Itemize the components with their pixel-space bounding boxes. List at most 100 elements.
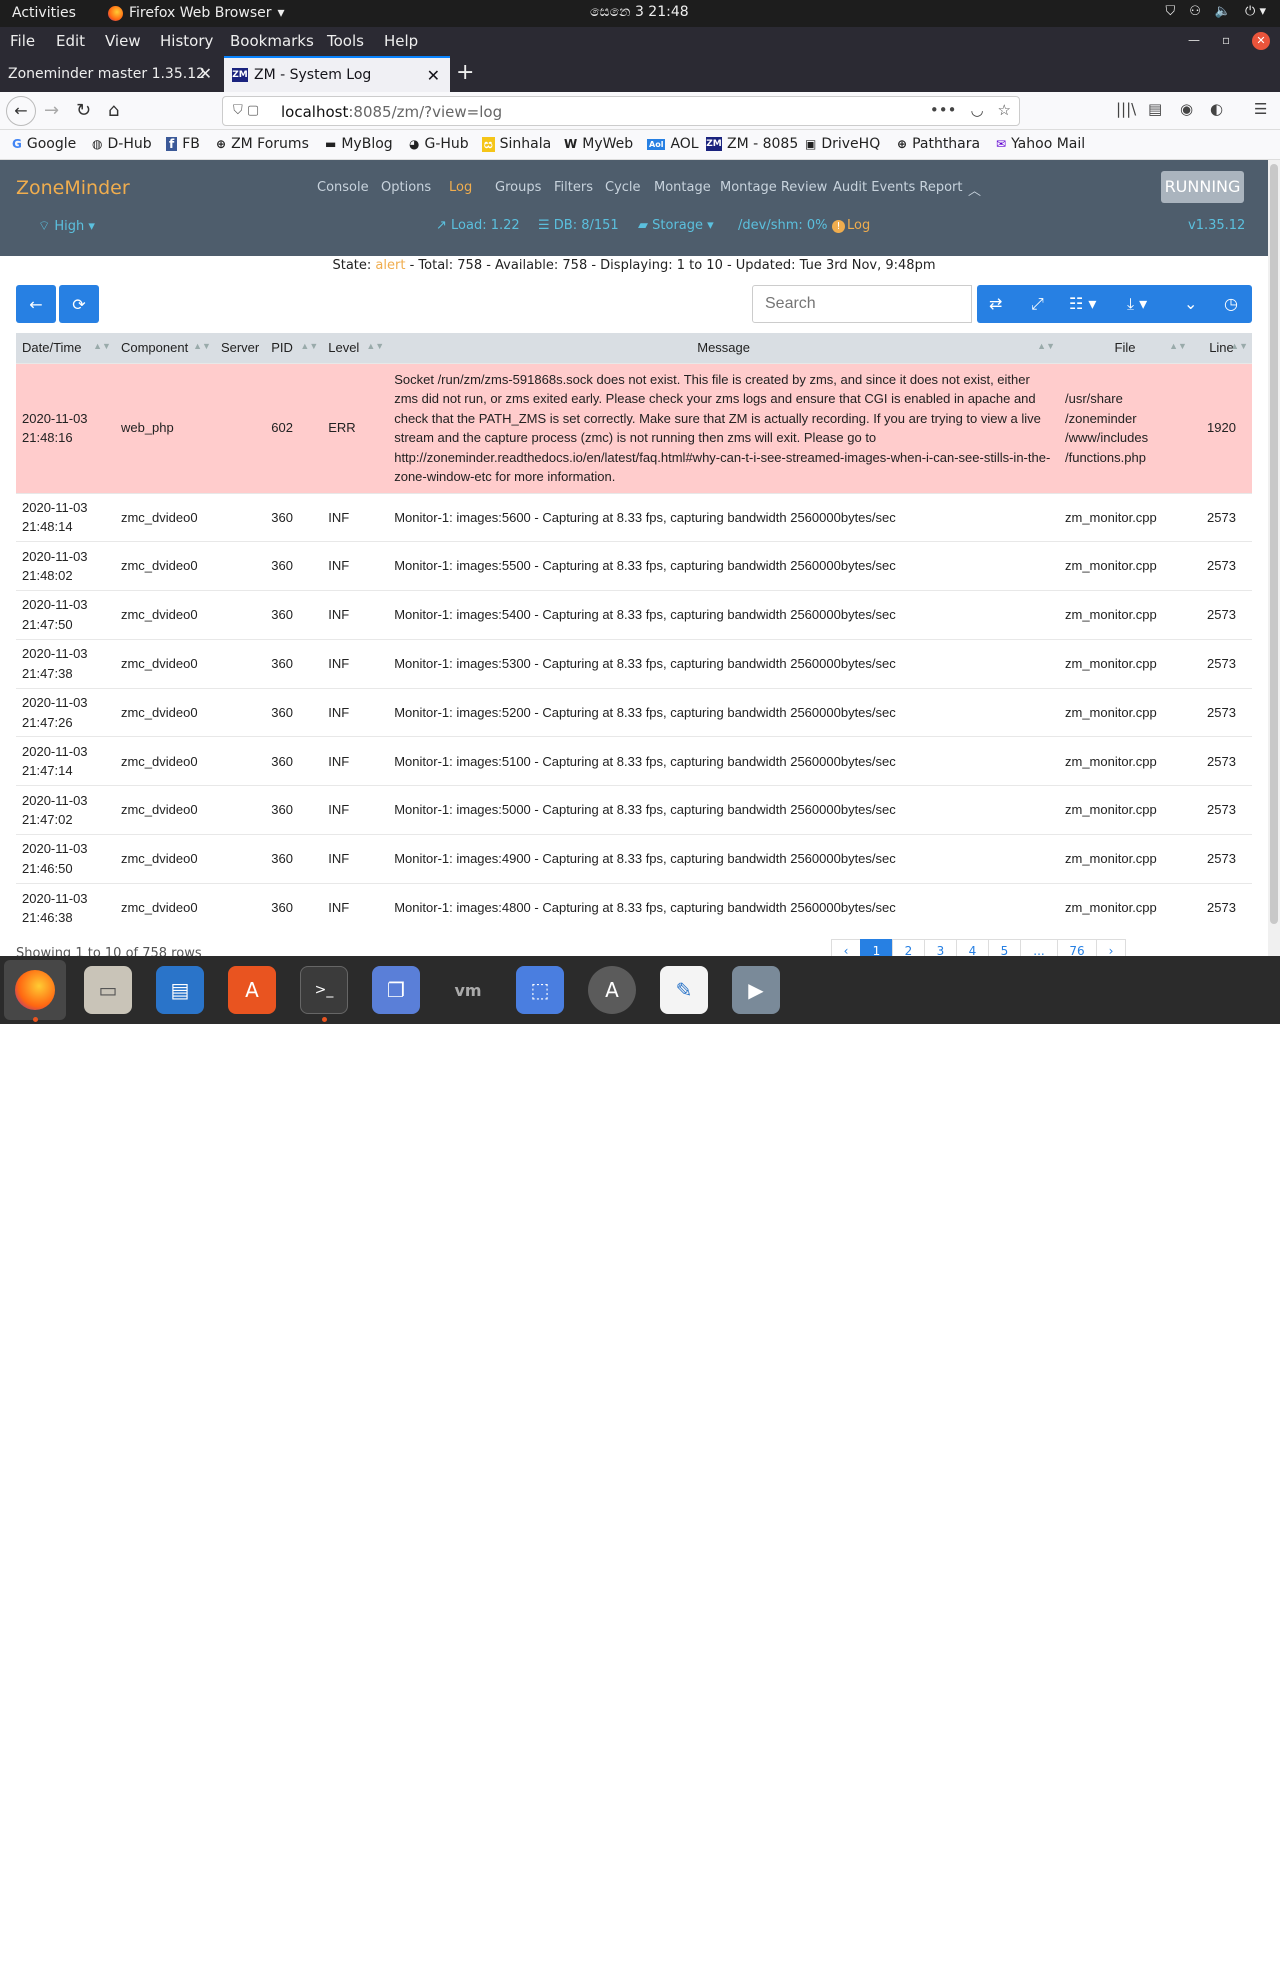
menu-tools[interactable]: Tools (327, 32, 364, 50)
power-icon[interactable]: ⏻ ▾ (1245, 4, 1266, 19)
network-icon[interactable]: ⚇ (1189, 4, 1201, 19)
nav-cycle[interactable]: Cycle (605, 180, 641, 195)
bookmark-paththara[interactable]: ⊕ Paththara (897, 136, 980, 152)
menu-edit[interactable]: Edit (56, 32, 85, 50)
table-row[interactable]: 2020-11-03 21:48:16 web_php 602 ERR Socke… (16, 362, 1252, 493)
col-server[interactable]: Server (214, 333, 266, 363)
nav-montage[interactable]: Montage (654, 180, 711, 195)
nav-console[interactable]: Console (317, 180, 369, 195)
table-row[interactable]: 2020-11-03 21:47:50 zmc_dvideo0 360 INF M… (16, 590, 1252, 640)
bookmark-dhub[interactable]: ◍ D-Hub (92, 136, 152, 152)
clock[interactable]: සෙනෙ 3 21:48 (590, 4, 689, 20)
back-icon[interactable]: ← (6, 96, 36, 126)
running-state-button[interactable]: RUNNING (1161, 171, 1244, 203)
shield-info-icon[interactable]: ⛉ ▢ (233, 103, 259, 118)
menu-help[interactable]: Help (384, 32, 418, 50)
col-message[interactable]: Message ▲▼ (388, 333, 1059, 363)
auto-refresh-icon[interactable]: ⇄ (989, 294, 1002, 313)
bookmark-zm-8085[interactable]: ZM ZM - 8085 (706, 136, 798, 152)
system-tray[interactable]: ⛉ ⚇ 🔈 ⏻ ▾ (1165, 4, 1266, 19)
table-row[interactable]: 2020-11-03 21:46:38 zmc_dvideo0 360 INF M… (16, 882, 1252, 933)
dock-software[interactable]: A (228, 966, 276, 1014)
menu-bookmarks[interactable]: Bookmarks (230, 32, 314, 50)
close-tab-icon[interactable]: ✕ (427, 66, 440, 85)
extension-icon[interactable]: ◐ (1210, 100, 1223, 118)
col-level[interactable]: Level ▲▼ (322, 333, 389, 363)
table-row[interactable]: 2020-11-03 21:47:14 zmc_dvideo0 360 INF M… (16, 736, 1252, 786)
table-row[interactable]: 2020-11-03 21:47:02 zmc_dvideo0 360 INF M… (16, 785, 1252, 835)
columns-icon[interactable]: ☷ ▾ (1069, 294, 1096, 313)
table-row[interactable]: 2020-11-03 21:48:14 zmc_dvideo0 360 INF M… (16, 492, 1252, 542)
dock-text-editor[interactable]: ✎ (660, 966, 708, 1014)
nav-montage-review[interactable]: Montage Review (720, 180, 827, 195)
more-icon[interactable]: ••• (930, 101, 957, 119)
url-bar[interactable]: ⛉ ▢ localhost:8085/zm/?view=log ••• ◡ ☆ (222, 96, 1020, 126)
nav-filters[interactable]: Filters (554, 180, 593, 195)
page-scrollbar[interactable] (1268, 160, 1280, 956)
activities-button[interactable]: Activities (12, 5, 76, 21)
bookmark-drivehq[interactable]: ▣ DriveHQ (805, 136, 880, 152)
forward-icon[interactable]: → (44, 100, 59, 121)
dock-terminal[interactable]: >_ (300, 966, 348, 1014)
collapse-nav-icon[interactable]: ︿ (968, 180, 981, 199)
col-component[interactable]: Component ▲▼ (114, 333, 215, 363)
dock-firefox[interactable] (4, 960, 66, 1020)
account-icon[interactable]: ◉ (1180, 100, 1193, 118)
dock-media[interactable]: ▶ (732, 966, 780, 1014)
home-icon[interactable]: ⌂ (108, 100, 119, 121)
close-window-icon[interactable]: ✕ (1252, 32, 1270, 50)
show-applications-icon[interactable] (1226, 1928, 1260, 1962)
shield-icon[interactable]: ⛉ (1165, 4, 1175, 19)
bookmark-ghub[interactable]: ◕ G-Hub (409, 136, 469, 152)
volume-icon[interactable]: 🔈 (1215, 4, 1231, 19)
dock-remmina[interactable]: ❐ (372, 966, 420, 1014)
zm-brand[interactable]: ZoneMinder (16, 177, 130, 199)
nav-audit-events-report[interactable]: Audit Events Report (833, 180, 962, 195)
new-tab-icon[interactable]: + (456, 60, 474, 85)
dock-vmware[interactable]: vm (444, 966, 492, 1014)
maximize-icon[interactable]: ▫ (1222, 33, 1230, 47)
bookmark-google[interactable]: G Google (12, 136, 76, 152)
table-row[interactable]: 2020-11-03 21:48:02 zmc_dvideo0 360 INF M… (16, 541, 1252, 591)
app-menu[interactable]: Firefox Web Browser ▾ (108, 5, 285, 21)
reload-icon[interactable]: ↻ (76, 100, 91, 121)
bookmark-zm-forums[interactable]: ⊕ ZM Forums (216, 136, 309, 152)
bookmark-yahoo-mail[interactable]: ✉ Yahoo Mail (996, 136, 1085, 152)
search-input[interactable] (752, 285, 972, 323)
col-datetime[interactable]: Date/Time ▲▼ (16, 333, 115, 363)
clock-icon[interactable]: ◷ (1224, 294, 1238, 313)
dock-screenshot[interactable]: ⬚ (516, 966, 564, 1014)
menu-file[interactable]: File (10, 32, 35, 50)
dock-writer[interactable]: ▤ (156, 966, 204, 1014)
version-label[interactable]: v1.35.12 (1188, 218, 1245, 233)
bookmark-sinhala[interactable]: ස Sinhala (482, 136, 551, 152)
url-text[interactable]: localhost:8085/zm/?view=log (281, 103, 502, 121)
refresh-button[interactable]: ⟳ (59, 285, 99, 323)
chevron-down-icon[interactable]: ⌄ (1184, 294, 1197, 313)
sidebar-icon[interactable]: ▤ (1148, 100, 1162, 118)
log-alert-link[interactable]: ! Log (832, 218, 870, 233)
dock-app-center[interactable]: A (588, 966, 636, 1014)
star-icon[interactable]: ☆ (998, 101, 1011, 119)
nav-options[interactable]: Options (381, 180, 431, 195)
storage-dropdown[interactable]: ▰ Storage ▾ (638, 218, 714, 233)
dock-files[interactable]: ▭ (84, 966, 132, 1014)
bandwidth-dropdown[interactable]: ⌔ High ▾ (38, 218, 95, 234)
bookmark-fb[interactable]: f FB (166, 136, 200, 152)
table-row[interactable]: 2020-11-03 21:47:38 zmc_dvideo0 360 INF M… (16, 638, 1252, 689)
tab-system-log[interactable]: ZM ZM - System Log ✕ (224, 56, 450, 92)
table-row[interactable]: 2020-11-03 21:47:26 zmc_dvideo0 360 INF M… (16, 687, 1252, 737)
library-icon[interactable]: |||\ (1116, 100, 1136, 118)
nav-log[interactable]: Log (449, 180, 472, 195)
pocket-icon[interactable]: ◡ (970, 101, 983, 119)
tab-zoneminder-master[interactable]: Zoneminder master 1.35.12 ✕ (0, 56, 222, 92)
hamburger-menu-icon[interactable]: ☰ (1254, 100, 1267, 118)
col-pid[interactable]: PID ▲▼ (265, 333, 323, 363)
bookmark-aol[interactable]: Aol AOL (647, 136, 699, 152)
bookmark-myweb[interactable]: W MyWeb (564, 136, 633, 152)
bookmark-myblog[interactable]: ▬ MyBlog (325, 136, 393, 152)
menu-history[interactable]: History (160, 32, 213, 50)
col-line[interactable]: Line ▲▼ (1190, 333, 1252, 363)
menu-view[interactable]: View (105, 32, 141, 50)
fullscreen-icon[interactable]: ⤢ (1031, 294, 1044, 314)
